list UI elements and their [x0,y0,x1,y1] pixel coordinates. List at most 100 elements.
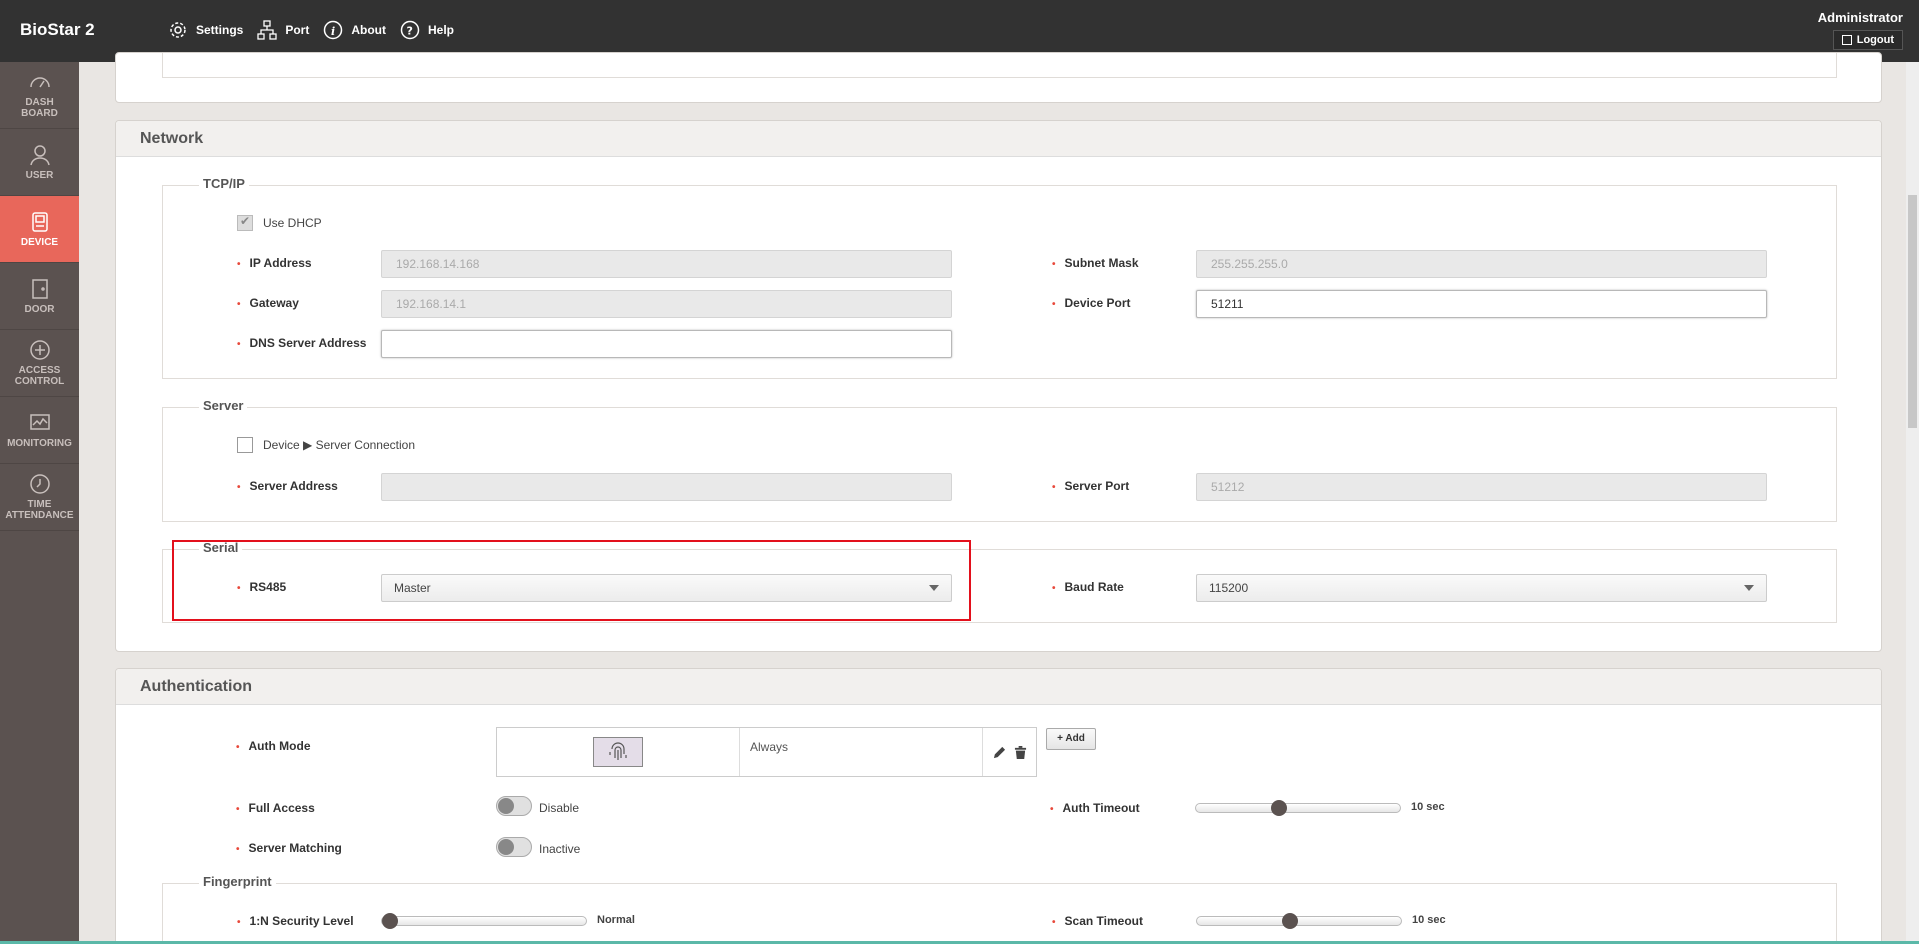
door-icon [31,278,48,299]
network-title: Network [116,121,1881,157]
help-link[interactable]: ? Help [400,20,454,40]
sidebar-item-user[interactable]: USER [0,129,79,196]
auth-timeout-text: Auth Timeout [1062,801,1140,815]
use-dhcp-checkbox[interactable] [237,214,253,231]
trash-icon[interactable] [1014,745,1027,759]
slider-thumb[interactable] [1281,913,1298,929]
auth-timeout-label: • Auth Timeout [1050,801,1140,815]
sidebar-label: USER [25,169,54,181]
subnet-mask-input[interactable]: 255.255.255.0 [1196,250,1767,278]
sidebar-item-dashboard[interactable]: DASH BOARD [0,62,79,129]
server-address-text: Server Address [249,479,338,493]
sidebar-item-device[interactable]: DEVICE [0,196,79,263]
previous-fieldset [162,53,1837,78]
sidebar-label: TIME [27,499,52,510]
subnet-mask-label: • Subnet Mask [1052,256,1139,270]
server-port-text: Server Port [1064,479,1130,493]
full-access-text: Full Access [248,801,315,815]
security-level-text: 1:N Security Level [249,914,354,928]
server-title: Server [199,398,248,413]
about-link[interactable]: i About [323,20,386,40]
server-port-input[interactable]: 51212 [1196,473,1767,501]
svg-text:?: ? [407,25,413,38]
access-control-icon [29,340,50,360]
port-link[interactable]: Port [257,20,309,40]
sidebar-item-access-control[interactable]: ACCESS CONTROL [0,330,79,397]
logout-icon [1841,35,1852,45]
server-connection-checkbox[interactable] [237,437,253,453]
auth-mode-label: • Auth Mode [236,739,311,753]
scrollbar[interactable] [1906,62,1919,944]
edit-icon[interactable] [993,746,1006,759]
gateway-label: • Gateway [237,296,299,310]
server-fieldset: Server Device ▶ Server Connection • Serve… [162,398,1837,522]
server-matching-label: • Server Matching [236,841,342,855]
svg-text:i: i [331,25,335,38]
server-address-input[interactable] [381,473,952,501]
server-matching-toggle[interactable] [496,837,532,857]
sidebar-label: DEVICE [20,236,59,248]
dashboard-icon [29,77,50,88]
sidebar-item-time-attendance[interactable]: TIME ATTENDANCE [0,464,79,531]
ip-address-label: • IP Address [237,256,312,270]
user-icon [29,144,50,165]
network-icon [257,20,277,40]
scan-timeout-value: 10 sec [1412,914,1446,926]
about-label: About [351,23,386,37]
full-access-toggle[interactable] [496,796,532,816]
chevron-down-icon [1744,585,1754,591]
server-connection-suffix: Server Connection [315,438,415,452]
add-auth-mode-button[interactable]: + Add [1046,728,1096,750]
gateway-input[interactable]: 192.168.14.1 [381,290,952,318]
sidebar-label: DASH [25,97,54,108]
security-level-label: • 1:N Security Level [237,914,354,928]
auth-mode-table: Always [496,727,1037,777]
fingerprint-icon [609,742,627,760]
scan-timeout-slider[interactable] [1196,913,1402,929]
sidebar-item-monitoring[interactable]: MONITORING [0,397,79,464]
settings-label: Settings [196,23,244,37]
arrow-right-icon: ▶ [303,438,313,452]
full-access-label: • Full Access [236,801,315,815]
dns-server-text: DNS Server Address [249,336,367,350]
auth-mode-fingerprint[interactable] [593,737,643,767]
scrollbar-thumb[interactable] [1908,195,1917,428]
baud-rate-label: • Baud Rate [1052,580,1124,594]
dns-server-label: • DNS Server Address [237,336,367,350]
help-label: Help [428,23,455,37]
time-attendance-icon [29,474,50,494]
device-icon [31,211,48,232]
slider-thumb[interactable] [1271,800,1288,816]
settings-link[interactable]: Settings [168,20,243,40]
server-address-label: • Server Address [237,479,338,493]
port-label: Port [285,23,310,37]
ip-address-input[interactable]: 192.168.14.168 [381,250,952,278]
auth-mode-cell [497,728,740,776]
device-port-input[interactable]: 51211 [1196,290,1767,318]
sidebar-label-2: CONTROL [14,376,65,387]
server-connection-label: Device ▶ Server Connection [263,438,415,452]
help-icon: ? [400,20,420,40]
slider-thumb[interactable] [382,913,398,929]
auth-timeout-slider[interactable] [1195,800,1401,816]
authentication-title: Authentication [116,669,1881,705]
dns-server-input[interactable] [381,330,952,358]
fingerprint-title: Fingerprint [199,874,276,889]
baud-rate-select[interactable]: 115200 [1196,574,1767,602]
sidebar-item-door[interactable]: DOOR [0,263,79,330]
full-access-value: Disable [539,801,580,815]
gear-icon [170,22,186,38]
authentication-panel: Authentication • Auth Mode Always + Add •… [115,668,1882,944]
monitoring-icon [29,413,50,430]
device-port-label: • Device Port [1052,296,1131,310]
previous-panel [115,52,1882,103]
tcpip-title: TCP/IP [199,176,249,191]
auth-actions-cell [983,728,1036,776]
server-connection-prefix: Device [263,438,300,452]
subnet-mask-text: Subnet Mask [1064,256,1139,270]
brand-logo[interactable]: BioStar 2 [20,20,95,40]
logout-button[interactable]: Logout [1832,30,1903,50]
sidebar: DASH BOARD USER DEVICE DOOR ACCESS CONTR… [0,62,79,944]
security-level-slider[interactable] [381,913,587,929]
highlight-box [172,540,971,621]
